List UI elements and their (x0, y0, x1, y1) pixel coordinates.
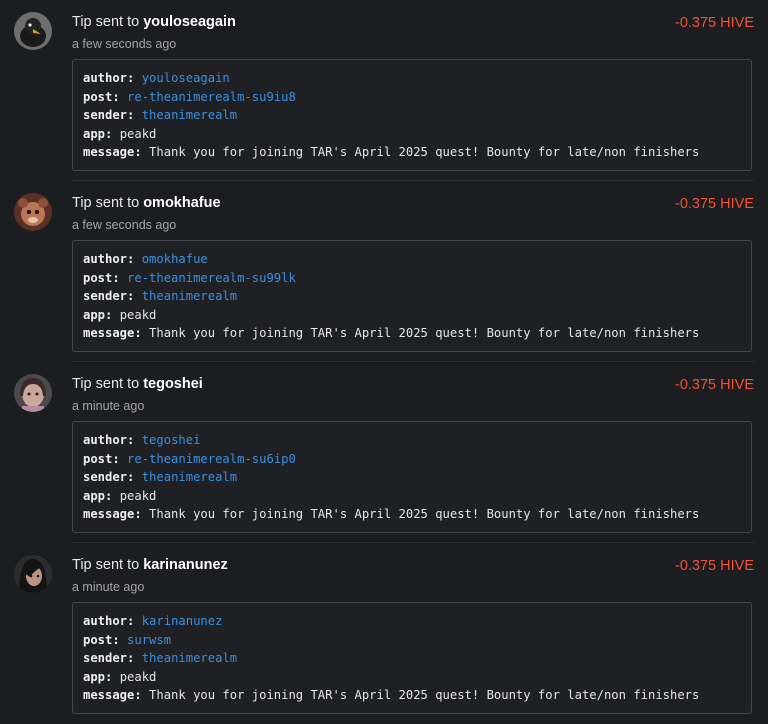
message-row: message: Thank you for joining TAR's Apr… (83, 686, 741, 705)
sender-row: sender: theanimerealm (83, 468, 741, 487)
author-link[interactable]: youloseagain (142, 71, 230, 85)
transaction-amount: -0.375 HIVE (675, 15, 754, 31)
post-link[interactable]: re-theanimerealm-su99lk (127, 271, 296, 285)
transaction-title: Tip sent to karinanunez (72, 557, 228, 573)
author-link[interactable]: omokhafue (142, 252, 208, 266)
app-key: app: (83, 307, 113, 322)
transaction-title: Tip sent to tegoshei (72, 376, 203, 392)
transaction-time: a few seconds ago (72, 218, 177, 232)
author-key: author: (83, 71, 135, 85)
app-value: peakd (119, 669, 157, 684)
app-row: app: peakd (83, 306, 741, 325)
app-key: app: (83, 488, 113, 503)
transaction-amount: -0.375 HIVE (675, 196, 754, 212)
sender-row: sender: theanimerealm (83, 287, 741, 306)
app-row: app: peakd (83, 668, 741, 687)
post-row: post: re-theanimerealm-su9iu8 (83, 88, 741, 107)
message-value: Thank you for joining TAR's April 2025 q… (149, 507, 700, 521)
post-link[interactable]: re-theanimerealm-su6ip0 (127, 452, 296, 466)
avatar[interactable] (14, 374, 52, 412)
app-row: app: peakd (83, 125, 741, 144)
author-row: author: tegoshei (83, 431, 741, 450)
post-link[interactable]: re-theanimerealm-su9iu8 (127, 90, 296, 104)
app-value: peakd (119, 307, 157, 322)
avatar[interactable] (14, 193, 52, 231)
sender-row: sender: theanimerealm (83, 106, 741, 125)
post-key: post: (83, 270, 120, 285)
message-value: Thank you for joining TAR's April 2025 q… (149, 688, 700, 702)
sender-key: sender: (83, 289, 135, 303)
portrait-avatar-icon (14, 555, 52, 593)
author-link[interactable]: tegoshei (142, 433, 201, 447)
app-key: app: (83, 126, 113, 141)
transaction-details: author: karinanunez post: surwsm sender:… (72, 602, 752, 714)
app-key: app: (83, 669, 113, 684)
post-key: post: (83, 451, 120, 466)
recipient-username[interactable]: youloseagain (143, 14, 236, 30)
post-link[interactable]: surwsm (127, 633, 171, 647)
author-key: author: (83, 614, 135, 628)
app-row: app: peakd (83, 487, 741, 506)
transaction-amount: -0.375 HIVE (675, 558, 754, 574)
crow-avatar-icon (14, 12, 52, 50)
sender-link[interactable]: theanimerealm (142, 289, 237, 303)
message-row: message: Thank you for joining TAR's Apr… (83, 505, 741, 524)
sender-key: sender: (83, 470, 135, 484)
message-key: message: (83, 145, 142, 159)
transaction-time: a minute ago (72, 399, 145, 413)
message-value: Thank you for joining TAR's April 2025 q… (149, 145, 700, 159)
sender-row: sender: theanimerealm (83, 649, 741, 668)
transaction-feed: Tip sent to youloseagain a few seconds a… (0, 0, 768, 724)
transaction-details: author: youloseagain post: re-theanimere… (72, 59, 752, 171)
transaction-time: a few seconds ago (72, 37, 177, 51)
author-row: author: omokhafue (83, 250, 741, 269)
sender-link[interactable]: theanimerealm (142, 651, 237, 665)
author-link[interactable]: karinanunez (142, 614, 223, 628)
tip-sent-label: Tip sent to (72, 376, 144, 392)
author-row: author: karinanunez (83, 612, 741, 631)
post-row: post: re-theanimerealm-su6ip0 (83, 450, 741, 469)
message-row: message: Thank you for joining TAR's Apr… (83, 324, 741, 343)
recipient-username[interactable]: tegoshei (143, 376, 203, 392)
message-key: message: (83, 507, 142, 521)
author-key: author: (83, 433, 135, 447)
plush-creature-avatar-icon (14, 193, 52, 231)
transaction-item: Tip sent to karinanunez a minute ago -0.… (0, 542, 768, 724)
tip-sent-label: Tip sent to (72, 14, 144, 30)
app-value: peakd (119, 488, 157, 503)
transaction-amount: -0.375 HIVE (675, 377, 754, 393)
transaction-title: Tip sent to youloseagain (72, 14, 236, 30)
transaction-item: Tip sent to omokhafue a few seconds ago … (0, 180, 768, 362)
message-row: message: Thank you for joining TAR's Apr… (83, 143, 741, 162)
avatar[interactable] (14, 555, 52, 593)
transaction-item: Tip sent to tegoshei a minute ago -0.375… (0, 361, 768, 543)
sender-link[interactable]: theanimerealm (142, 108, 237, 122)
avatar[interactable] (14, 12, 52, 50)
portrait-avatar-icon (14, 374, 52, 412)
tip-sent-label: Tip sent to (72, 557, 144, 573)
transaction-details: author: omokhafue post: re-theanimerealm… (72, 240, 752, 352)
sender-key: sender: (83, 651, 135, 665)
app-value: peakd (119, 126, 157, 141)
sender-key: sender: (83, 108, 135, 122)
transaction-item: Tip sent to youloseagain a few seconds a… (0, 0, 768, 181)
sender-link[interactable]: theanimerealm (142, 470, 237, 484)
transaction-details: author: tegoshei post: re-theanimerealm-… (72, 421, 752, 533)
author-key: author: (83, 252, 135, 266)
message-value: Thank you for joining TAR's April 2025 q… (149, 326, 700, 340)
transaction-time: a minute ago (72, 580, 145, 594)
post-row: post: surwsm (83, 631, 741, 650)
tip-sent-label: Tip sent to (72, 195, 144, 211)
message-key: message: (83, 326, 142, 340)
recipient-username[interactable]: omokhafue (143, 195, 220, 211)
post-key: post: (83, 632, 120, 647)
recipient-username[interactable]: karinanunez (143, 557, 228, 573)
post-row: post: re-theanimerealm-su99lk (83, 269, 741, 288)
author-row: author: youloseagain (83, 69, 741, 88)
post-key: post: (83, 89, 120, 104)
transaction-title: Tip sent to omokhafue (72, 195, 221, 211)
message-key: message: (83, 688, 142, 702)
